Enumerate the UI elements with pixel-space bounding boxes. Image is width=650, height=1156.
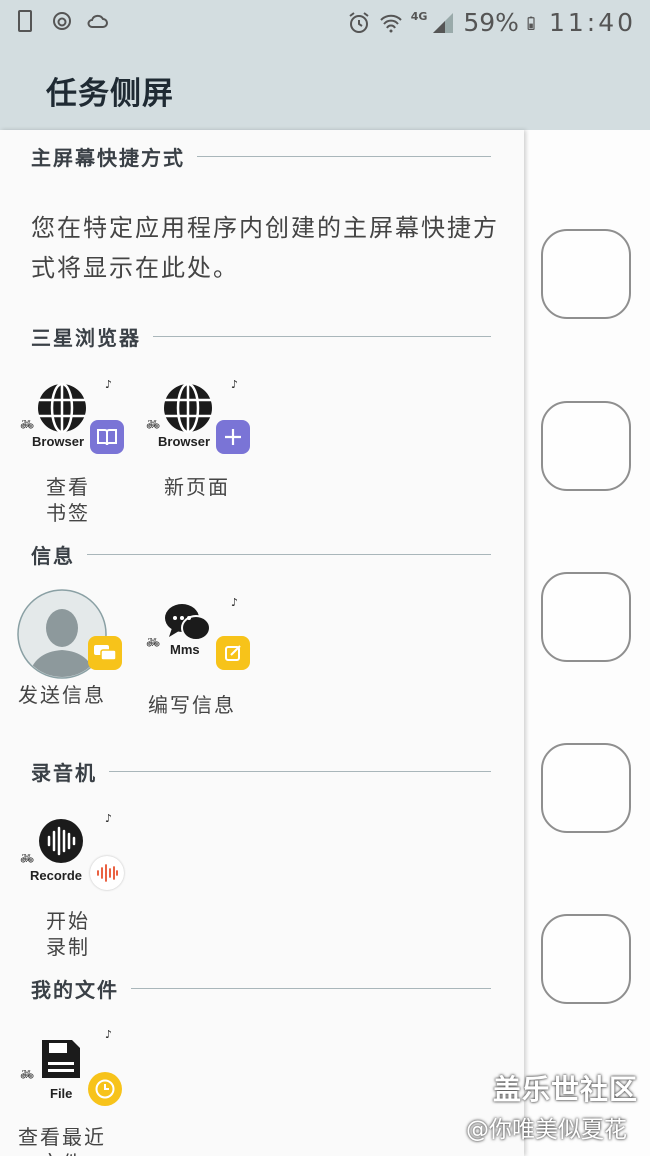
clock-icon	[88, 1072, 122, 1106]
battery-percent: 59%	[463, 8, 519, 37]
shortcut-send-message[interactable]: 发送信息	[8, 586, 122, 708]
app-caption: File	[50, 1086, 73, 1101]
divider	[131, 988, 491, 989]
divider	[197, 156, 491, 157]
section-header-my-files: 我的文件	[31, 974, 491, 1003]
network-type: 4G	[410, 10, 428, 23]
clock: 11:40	[548, 8, 636, 37]
shortcut-label: 开始 录制	[46, 909, 90, 959]
music-note-icon: ♪	[104, 812, 112, 825]
book-icon	[90, 420, 124, 454]
section-label: 三星浏览器	[31, 326, 141, 350]
shortcut-label: 新页面	[164, 475, 230, 499]
chat-bubble-icon	[88, 636, 122, 670]
section-label: 信息	[31, 544, 75, 568]
waveform-icon	[90, 856, 124, 890]
empty-slot-4[interactable]	[541, 743, 631, 833]
empty-slot-5[interactable]	[541, 914, 631, 1004]
shortcut-start-recording[interactable]: ♪ 🚲︎ Recorde 开始 录制	[16, 812, 126, 960]
task-edge-panel[interactable]: 主屏幕快捷方式 您在特定应用程序内创建的主屏幕快捷方式将显示在此处。 三星浏览器…	[0, 130, 524, 1156]
app-caption: Browser	[158, 434, 211, 449]
music-note-icon: ♪	[230, 378, 238, 391]
shortcut-new-page[interactable]: ♪ 🚲︎ Browser 新页面	[142, 378, 252, 500]
divider	[109, 771, 491, 772]
save-disk-icon	[42, 1040, 80, 1078]
sync-icon	[53, 12, 71, 30]
alarm-icon	[349, 11, 369, 33]
compose-icon	[216, 636, 250, 670]
battery-icon	[527, 16, 535, 30]
empty-slot-2[interactable]	[541, 401, 631, 491]
section-header-messages: 信息	[31, 540, 491, 569]
shortcut-recent-files[interactable]: ♪ 🚲︎ File 查看最近 文件	[16, 1028, 126, 1156]
divider	[153, 336, 491, 337]
bike-icon: 🚲︎	[20, 1068, 34, 1081]
phone-icon	[18, 10, 32, 32]
shortcut-label: 查看 书签	[46, 475, 90, 525]
music-note-icon: ♪	[104, 1028, 112, 1041]
chat-icon	[165, 604, 211, 641]
shortcut-label: 发送信息	[18, 683, 106, 707]
app-caption: Recorde	[30, 868, 83, 883]
music-note-icon: ♪	[230, 596, 238, 609]
shortcut-compose-message[interactable]: ♪ 🚲︎ Mms 编写信息	[142, 596, 252, 718]
section-header-browser: 三星浏览器	[31, 322, 491, 351]
app-caption: Browser	[32, 434, 85, 449]
page-title: 任务侧屏	[46, 76, 174, 112]
section-header-recorder: 录音机	[31, 757, 491, 786]
globe-icon	[164, 382, 212, 434]
globe-icon	[38, 382, 86, 434]
bike-icon: 🚲︎	[20, 852, 34, 865]
empty-description: 您在特定应用程序内创建的主屏幕快捷方式将显示在此处。	[31, 214, 499, 282]
status-bar: 4G 59% 11:40	[0, 0, 650, 46]
bike-icon: 🚲︎	[146, 636, 160, 649]
plus-icon	[216, 420, 250, 454]
music-note-icon: ♪	[104, 378, 112, 391]
bike-icon: 🚲︎	[146, 418, 160, 431]
app-caption: Mms	[170, 642, 200, 657]
divider	[87, 554, 491, 555]
bike-icon: 🚲︎	[20, 418, 34, 431]
watermark-user: @你唯美似夏花	[466, 1117, 627, 1143]
section-label: 主屏幕快捷方式	[31, 146, 185, 170]
wifi-icon	[379, 14, 402, 32]
cloud-icon	[87, 14, 108, 28]
section-header-home-shortcuts: 主屏幕快捷方式	[31, 142, 491, 171]
watermark-community: 盖乐世社区	[493, 1073, 639, 1106]
section-label: 录音机	[31, 761, 97, 785]
shortcut-view-bookmarks[interactable]: ♪ 🚲︎ Browser 查看 书签	[16, 378, 126, 526]
signal-icon	[433, 12, 454, 33]
shortcut-label: 查看最近 文件	[18, 1125, 106, 1156]
app-bar: 任务侧屏	[0, 46, 650, 130]
empty-slot-3[interactable]	[541, 572, 631, 662]
shortcut-label: 编写信息	[148, 693, 236, 717]
microphone-wave-icon	[39, 819, 83, 863]
empty-slot-1[interactable]	[541, 229, 631, 319]
section-label: 我的文件	[31, 978, 119, 1002]
